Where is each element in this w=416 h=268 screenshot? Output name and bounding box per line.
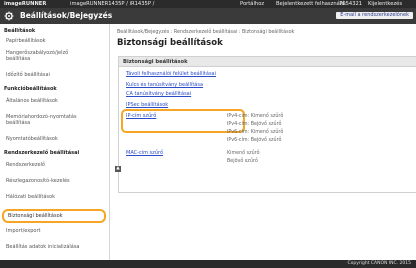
brand-label: imageRUNNER [4, 1, 47, 7]
mac-filter-item: Bejövő szűrő [227, 159, 258, 164]
sidebar-item-import-export[interactable]: Import/export [0, 228, 109, 234]
link-ipsec[interactable]: IPSec beállítások [126, 102, 168, 108]
sidebar-section-settings: Beállítások [4, 28, 36, 34]
sidebar-item-security[interactable]: Biztonsági beállítások [2, 209, 106, 223]
sidebar: Beállítások Papírbeállítások Hangerőszab… [0, 24, 110, 260]
sidebar-item-printer[interactable]: Nyomtatóbeállítások [0, 136, 109, 142]
page-top-icon[interactable]: ▲ [115, 166, 121, 172]
login-user-label: Bejelentkezett felhasználó: [276, 1, 347, 7]
sidebar-item-volume[interactable]: Hangerőszabályozó/jelző beállítása [0, 50, 80, 62]
breadcrumb: Beállítások/Bejegyzés : Rendszerkezelő b… [117, 30, 295, 35]
device-model: imageRUNNER1435P / iR1435P / [70, 1, 155, 7]
logout-link[interactable]: Kijelentkezés [368, 1, 402, 7]
top-status-bar: imageRUNNER imageRUNNER1435P / iR1435P /… [0, 0, 416, 8]
link-key-certificate[interactable]: Kulcs és tanúsítvány beállítása [126, 82, 203, 88]
sidebar-item-admin[interactable]: Rendszerkezelő [0, 162, 109, 168]
link-ip-filter[interactable]: IP-cím szűrő [126, 113, 156, 119]
login-user-value: 7654321 [339, 1, 363, 7]
sidebar-item-timer[interactable]: Időzítő beállításai [0, 72, 109, 78]
mail-admin-button[interactable]: E-mail a rendszerkezelőnek [336, 12, 413, 19]
sidebar-section-admin: Rendszerkezelő beállításai [4, 150, 80, 156]
sidebar-section-functions: Funkcióbeállítások [4, 86, 57, 92]
security-panel: Biztonsági beállítások Távoli felhasznál… [118, 56, 416, 193]
ip-filter-item: IPv6-cím: Bejövő szűrő [227, 138, 282, 143]
page-title: Biztonsági beállítások [117, 38, 223, 48]
ip-filter-item: IPv4-cím: Bejövő szűrő [227, 122, 282, 127]
ip-filter-item: IPv4-cím: Kimenő szűrő [227, 114, 284, 119]
sidebar-item-memory-print[interactable]: Memóriahordozó-nyomtatás beállítása [0, 114, 82, 126]
ip-filter-item: IPv6-cím: Kimenő szűrő [227, 130, 284, 135]
sidebar-item-init[interactable]: Beállítás adatok inicializálása [0, 244, 109, 250]
panel-title: Biztonsági beállítások [119, 57, 416, 67]
copyright: Copyright CANON INC. 2015 [347, 261, 412, 266]
sidebar-item-dept-id[interactable]: Részlegazonosító-kezelés [0, 178, 109, 184]
page-header: Beállítások/Bejegyzés E-mail a rendszerk… [0, 8, 416, 24]
main-content: Beállítások/Bejegyzés : Rendszerkezelő b… [110, 24, 416, 260]
sidebar-item-general[interactable]: Általános beállítások [0, 98, 109, 104]
link-mac-filter[interactable]: MAC-cím szűrő [126, 150, 163, 156]
sidebar-item-network[interactable]: Hálózati beállítások [0, 194, 109, 200]
settings-icon [4, 11, 14, 21]
portal-link[interactable]: Portálhoz [240, 1, 264, 7]
link-ca-certificate[interactable]: CA tanúsítvány beállításai [126, 91, 191, 97]
link-remote-ui[interactable]: Távoli felhasználói felület beállításai [126, 71, 216, 77]
mac-filter-item: Kimenő szűrő [227, 151, 260, 156]
sidebar-item-paper[interactable]: Papírbeállítások [0, 38, 109, 44]
footer: Copyright CANON INC. 2015 [0, 260, 416, 268]
app-title: Beállítások/Bejegyzés [20, 11, 113, 20]
